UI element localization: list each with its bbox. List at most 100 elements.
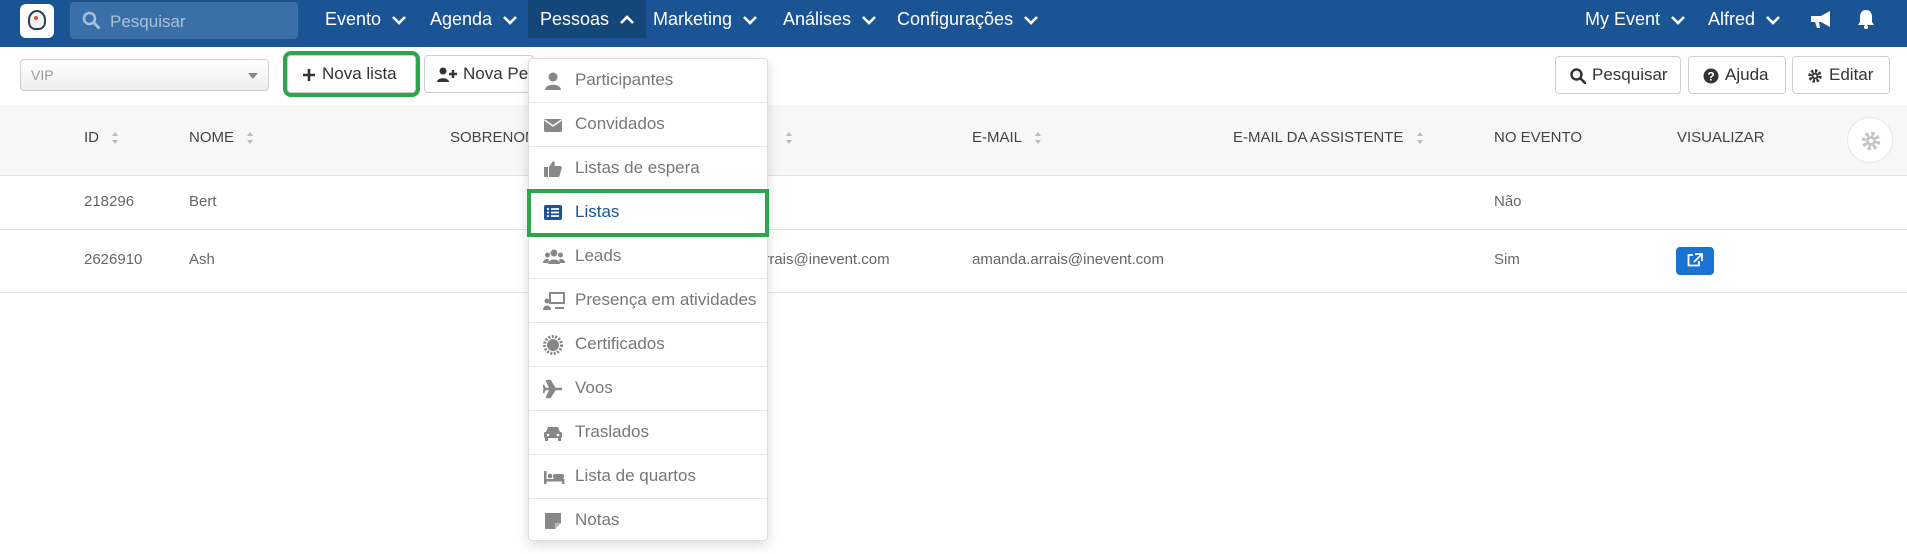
nav-analises-label: Análises: [783, 9, 852, 29]
caret-down-icon: [248, 73, 258, 79]
sort-icon[interactable]: [785, 131, 793, 145]
sort-icon: [112, 132, 119, 145]
new-person-button[interactable]: Nova Pessoa: [424, 55, 534, 93]
column-header-nome[interactable]: NOME: [189, 129, 254, 146]
chevron-down-icon: [1024, 16, 1039, 26]
table-header: ID NOME SOBRENOME E-MAIL E-MAIL DA ASSIS…: [0, 105, 1907, 176]
menu-item-convidados[interactable]: Convidados: [529, 103, 767, 147]
nav-user-menu[interactable]: Alfred: [1699, 0, 1789, 38]
table-row[interactable]: 2626910 Ash arrais@inevent.com amanda.ar…: [0, 230, 1907, 293]
envelope-icon: [544, 119, 562, 132]
column-header-id[interactable]: ID: [84, 129, 119, 146]
column-header-at-event[interactable]: NO EVENTO: [1494, 129, 1582, 146]
note-icon: [545, 513, 561, 529]
global-search[interactable]: [70, 2, 298, 41]
help-button-label: Ajuda: [1725, 65, 1769, 84]
nav-agenda[interactable]: Agenda: [421, 0, 526, 38]
column-header-label: E-MAIL DA ASSISTENTE: [1233, 129, 1404, 146]
nav-analises[interactable]: Análises: [774, 0, 885, 38]
cell-id: 2626910: [84, 251, 143, 268]
nav-evento-label: Evento: [325, 9, 382, 29]
menu-item-leads[interactable]: Leads: [529, 235, 767, 279]
column-header-assistant-email[interactable]: E-MAIL DA ASSISTENTE: [1233, 129, 1424, 146]
external-link-icon: [1687, 253, 1703, 267]
gear-icon: [1861, 131, 1881, 151]
menu-item-traslados[interactable]: Traslados: [529, 411, 767, 455]
menu-item-listas-de-espera[interactable]: Listas de espera: [529, 147, 767, 191]
nav-marketing[interactable]: Marketing: [644, 0, 766, 38]
user-plus-icon: [437, 67, 457, 82]
cell-email: amanda.arrais@inevent.com: [972, 251, 1164, 268]
nav-evento[interactable]: Evento: [316, 0, 415, 38]
users-icon: [543, 249, 565, 264]
menu-item-certificados[interactable]: Certificados: [529, 323, 767, 367]
new-list-label: Nova lista: [322, 64, 397, 83]
column-header-label: NOME: [189, 129, 234, 146]
nav-event-selector-label: My Event: [1585, 9, 1661, 29]
menu-item-label: Certificados: [575, 334, 665, 353]
table-row[interactable]: 218296 Bert Não: [0, 176, 1907, 230]
nav-pessoas[interactable]: Pessoas: [528, 0, 647, 38]
nav-event-selector[interactable]: My Event: [1576, 0, 1694, 38]
menu-item-label: Convidados: [575, 114, 665, 133]
top-navbar: Evento Agenda Pessoas Marketing Análises…: [0, 0, 1907, 47]
column-header-label: ID: [84, 129, 99, 146]
column-header-label: NO EVENTO: [1494, 129, 1583, 146]
column-header-email[interactable]: E-MAIL: [972, 129, 1042, 146]
search-button[interactable]: Pesquisar: [1555, 56, 1681, 94]
nav-configuracoes-label: Configurações: [897, 9, 1014, 29]
new-person-label: Nova Pessoa: [463, 64, 534, 83]
menu-item-presenca-em-atividades[interactable]: Presença em atividades: [529, 279, 767, 323]
search-button-label: Pesquisar: [1592, 65, 1668, 84]
chevron-down-icon: [862, 16, 876, 26]
column-header-label: E-MAIL: [972, 129, 1022, 146]
app-logo[interactable]: [20, 4, 54, 38]
nav-user-menu-label: Alfred: [1708, 9, 1756, 29]
column-header-view: VISUALIZAR: [1677, 129, 1765, 146]
certificate-icon: [543, 335, 563, 355]
chevron-down-icon: [1766, 16, 1780, 26]
menu-item-participantes[interactable]: Participantes: [529, 59, 767, 103]
menu-item-lista-de-quartos[interactable]: Lista de quartos: [529, 455, 767, 499]
nav-agenda-label: Agenda: [430, 9, 493, 29]
list-select-value: VIP: [31, 67, 54, 83]
plus-icon: [303, 68, 315, 81]
menu-item-label: Presença em atividades: [575, 290, 757, 309]
help-icon: ?: [1703, 68, 1719, 84]
cell-name: Bert: [189, 193, 217, 210]
view-button[interactable]: [1676, 247, 1714, 275]
search-icon: [1570, 67, 1586, 84]
cell-name: Ash: [189, 251, 215, 268]
list-icon: [544, 205, 562, 220]
thumbs-up-icon: [544, 161, 562, 177]
nav-marketing-label: Marketing: [653, 9, 733, 29]
nav-configuracoes[interactable]: Configurações: [888, 0, 1047, 38]
list-select[interactable]: VIP: [20, 59, 269, 91]
megaphone-icon[interactable]: [1809, 9, 1833, 29]
chevron-down-icon: [503, 16, 517, 26]
menu-item-voos[interactable]: Voos: [529, 367, 767, 411]
help-button[interactable]: ? Ajuda: [1688, 56, 1786, 94]
global-search-input[interactable]: [108, 2, 292, 41]
table-settings-button[interactable]: [1847, 117, 1893, 163]
cell-id: 218296: [84, 193, 135, 210]
pessoas-dropdown-menu: Participantes Convidados Listas de esper…: [527, 58, 769, 543]
menu-item-label: Lista de quartos: [575, 466, 696, 485]
plane-icon: [543, 379, 562, 399]
chevron-down-icon: [1671, 16, 1685, 26]
column-header-label: VISUALIZAR: [1677, 129, 1765, 146]
cell-at-event: Sim: [1494, 251, 1520, 268]
menu-item-label: Traslados: [575, 422, 650, 441]
toolbar: VIP Nova lista Nova Pessoa Pesquisar ? Aj…: [0, 47, 1907, 105]
menu-item-label: Participantes: [575, 70, 674, 89]
bed-icon: [544, 471, 565, 484]
menu-item-listas[interactable]: Listas: [527, 189, 769, 237]
bell-icon[interactable]: [1857, 9, 1875, 29]
cell-username: arrais@inevent.com: [756, 251, 890, 268]
edit-button[interactable]: Editar: [1792, 56, 1890, 94]
new-list-button[interactable]: Nova lista: [283, 51, 420, 97]
car-icon: [544, 427, 562, 441]
edit-button-label: Editar: [1829, 65, 1874, 84]
menu-item-notas[interactable]: Notas: [529, 499, 767, 543]
menu-item-label: Leads: [575, 246, 622, 265]
